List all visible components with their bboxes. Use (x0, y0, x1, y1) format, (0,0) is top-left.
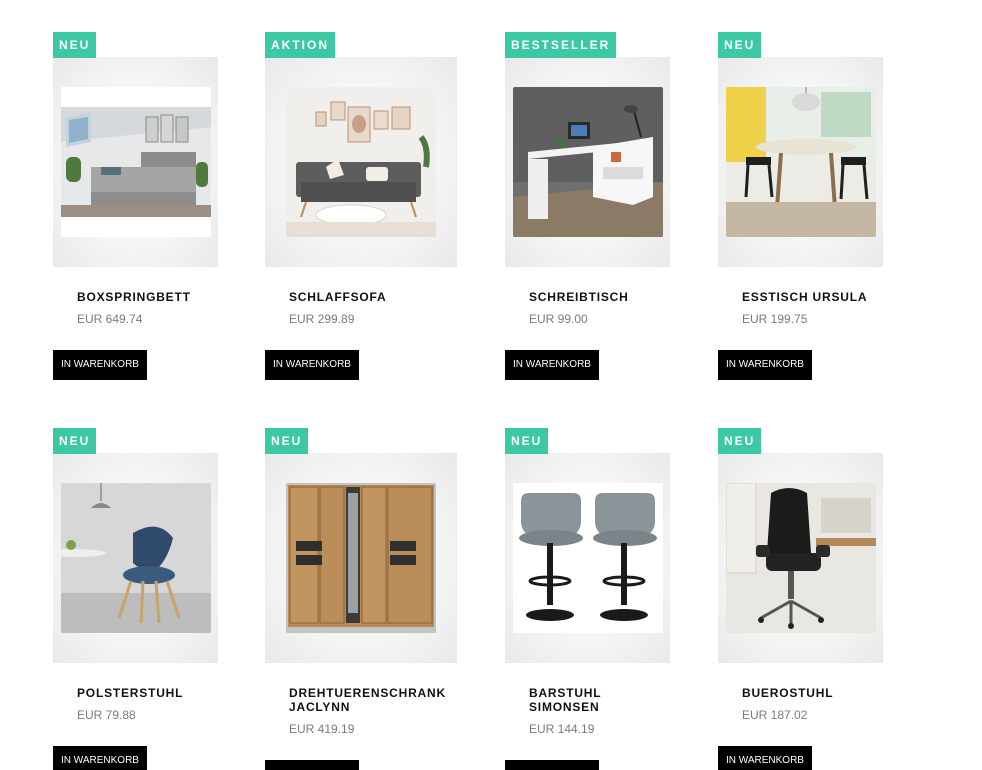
product-badge: AKTION (265, 32, 335, 58)
product-title[interactable]: DREHTUERENSCHRANK JACLYNN (289, 686, 459, 714)
product-card-buerostuhl[interactable]: NEU BUEROSTUHL EUR 187.02 IN WARENKORB (718, 0, 883, 770)
product-price: EUR 144.19 (529, 722, 595, 736)
product-image-frame[interactable] (718, 453, 883, 663)
add-to-cart-button[interactable] (505, 760, 599, 770)
product-image-buerostuhl (725, 483, 876, 633)
product-image-barstuhl-simonsen (512, 483, 663, 633)
product-card-barstuhl-simonsen[interactable]: NEU BARSTUHL SIMONSEN EUR 144.19 (505, 0, 670, 770)
product-card-polsterstuhl[interactable]: NEU POLSTERSTUHL EUR 79.88 IN WARENKORB (53, 0, 218, 770)
product-badge: NEU (505, 428, 549, 454)
product-badge: NEU (53, 32, 97, 58)
product-card-drehtuerenschrank-jaclynn[interactable]: NEU DREHTUERENSCHRANK JACLYNN EUR 419.19 (265, 0, 457, 770)
add-to-cart-button[interactable]: IN WARENKORB (53, 746, 147, 770)
add-to-cart-button[interactable]: IN WARENKORB (718, 746, 812, 770)
product-badge: BESTSELLER (505, 32, 617, 58)
product-badge: NEU (718, 428, 762, 454)
product-badge: NEU (53, 428, 97, 454)
product-image-frame[interactable] (505, 453, 670, 663)
product-badge: NEU (718, 32, 762, 58)
product-image-frame[interactable] (265, 453, 457, 663)
product-price: EUR 419.19 (289, 722, 355, 736)
product-price: EUR 79.88 (77, 708, 136, 722)
product-image-polsterstuhl (60, 483, 211, 633)
product-price: EUR 187.02 (742, 708, 808, 722)
product-image-frame[interactable] (53, 453, 218, 663)
add-to-cart-button[interactable] (265, 760, 359, 770)
product-grid-page: NEU BOXSPRINGBETT EUR 649.74 IN WARENKOR… (0, 0, 982, 770)
product-title[interactable]: POLSTERSTUHL (77, 686, 247, 700)
product-title[interactable]: BARSTUHL SIMONSEN (529, 686, 699, 714)
product-badge: NEU (265, 428, 309, 454)
product-image-drehtuerenschrank-jaclynn (286, 483, 436, 633)
product-title[interactable]: BUEROSTUHL (742, 686, 912, 700)
